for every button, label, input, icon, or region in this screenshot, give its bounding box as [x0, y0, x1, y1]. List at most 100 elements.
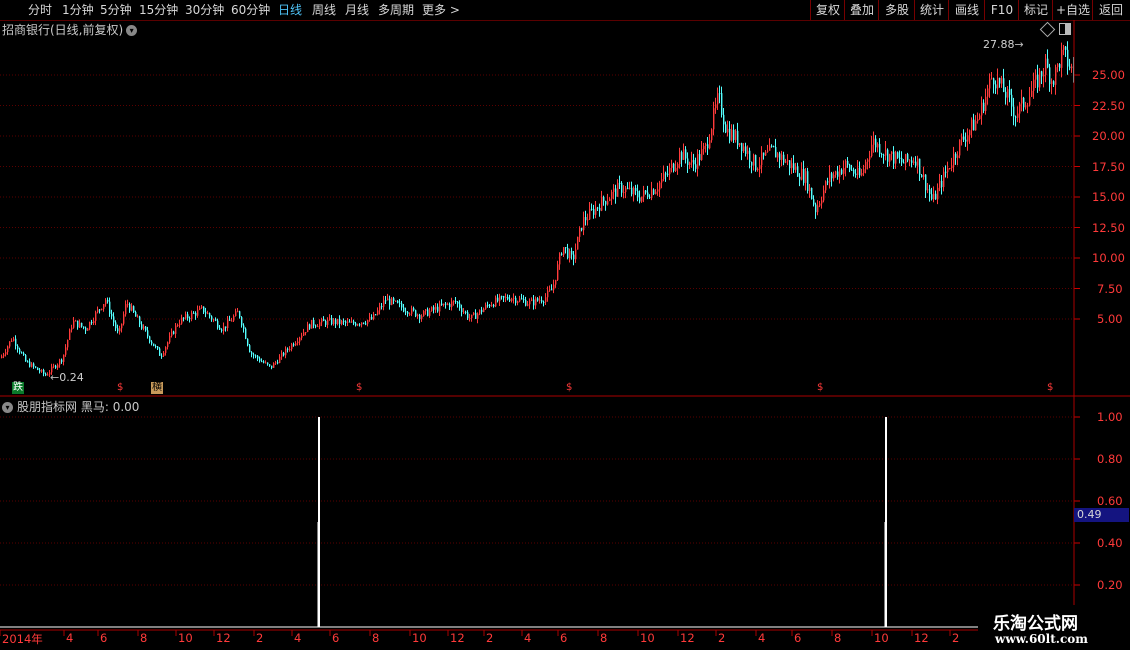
- statistics-button[interactable]: 统计: [914, 0, 949, 20]
- period-tab-1min[interactable]: 1分钟: [62, 0, 94, 20]
- period-tab-multi[interactable]: 多周期: [378, 0, 414, 20]
- multi-stock-button[interactable]: 多股: [878, 0, 915, 20]
- add-watchlist-button[interactable]: +自选: [1052, 0, 1093, 20]
- watermark: 乐淘公式网 www.60lt.com: [978, 605, 1130, 650]
- candle-body: [773, 146, 775, 148]
- chart-title[interactable]: 招商银行(日线,前复权) ▾: [2, 21, 138, 38]
- candle-body: [19, 349, 21, 353]
- candle-body: [121, 323, 123, 329]
- candle-body: [17, 345, 19, 350]
- candle-body: [1069, 66, 1071, 69]
- candle-body: [397, 300, 399, 303]
- period-tab-15min[interactable]: 15分钟: [139, 0, 178, 20]
- candle-body: [223, 326, 225, 331]
- candle-body: [779, 153, 781, 160]
- mark-button[interactable]: 标记: [1018, 0, 1053, 20]
- period-tab-5min[interactable]: 5分钟: [100, 0, 132, 20]
- fuquan-button[interactable]: 复权: [810, 0, 845, 20]
- candle-body: [743, 146, 745, 152]
- draw-line-button[interactable]: 画线: [948, 0, 985, 20]
- candle-body: [921, 174, 923, 178]
- candle-body: [627, 187, 629, 189]
- candle-body: [761, 152, 763, 166]
- chevron-down-icon[interactable]: ▾: [2, 402, 13, 413]
- candle-body: [33, 363, 35, 367]
- candle-body: [315, 325, 317, 327]
- candle-body: [137, 316, 139, 318]
- candle-body: [1003, 78, 1005, 92]
- candle-body: [847, 160, 849, 165]
- candle-body: [695, 164, 697, 169]
- candle-body: [731, 129, 733, 141]
- candle-body: [553, 284, 555, 290]
- candle-body: [735, 130, 737, 140]
- candle-body: [687, 158, 689, 165]
- candle-body: [659, 182, 661, 190]
- candle-body: [79, 322, 81, 328]
- indicator-title[interactable]: ▾ 股朋指标网 黑马: 0.00: [2, 398, 139, 415]
- candle-body: [485, 304, 487, 309]
- candle-body: [565, 247, 567, 249]
- x-tick-label: 12: [450, 631, 465, 645]
- candle-body: [585, 216, 587, 221]
- candle-body: [719, 93, 721, 95]
- candle-body: [681, 152, 683, 160]
- candle-body: [1061, 49, 1063, 68]
- price-chart[interactable]: [0, 0, 1130, 650]
- candle-body: [837, 171, 839, 177]
- period-tab-weekly[interactable]: 周线: [312, 0, 336, 20]
- candle-body: [421, 316, 423, 319]
- candle-body: [733, 129, 735, 140]
- candle-body: [683, 149, 685, 160]
- candle-body: [289, 349, 291, 351]
- candle-body: [667, 173, 669, 175]
- candle-body: [593, 209, 595, 215]
- candle-body: [1029, 96, 1031, 106]
- candle-body: [287, 348, 289, 350]
- candle-body: [807, 171, 809, 191]
- candle-body: [383, 300, 385, 307]
- period-tab-30min[interactable]: 30分钟: [185, 0, 224, 20]
- candle-body: [39, 370, 41, 372]
- period-tab-fenshi[interactable]: 分时: [28, 0, 52, 20]
- back-button[interactable]: 返回: [1092, 0, 1129, 20]
- candle-body: [417, 314, 419, 317]
- chevron-down-icon[interactable]: ▾: [126, 25, 138, 36]
- candle-body: [339, 318, 341, 324]
- candle-body: [615, 188, 617, 197]
- candle-body: [633, 187, 635, 195]
- candle-body: [583, 216, 585, 231]
- signal-label: $: [356, 382, 363, 393]
- candle-body: [845, 160, 847, 169]
- candle-body: [37, 367, 39, 371]
- period-tab-daily[interactable]: 日线: [278, 0, 302, 20]
- candle-body: [997, 77, 999, 89]
- candle-body: [467, 312, 469, 319]
- candle-body: [221, 329, 223, 331]
- period-tab-monthly[interactable]: 月线: [345, 0, 369, 20]
- candle-body: [229, 319, 231, 321]
- candle-body: [787, 160, 789, 162]
- candle-body: [977, 119, 979, 122]
- panel-toggle-icon[interactable]: [1059, 23, 1071, 35]
- candle-body: [423, 311, 425, 317]
- f10-button[interactable]: F10: [984, 0, 1019, 20]
- candle-body: [641, 196, 643, 202]
- candle-body: [169, 335, 171, 343]
- candle-body: [969, 130, 971, 136]
- diamond-icon[interactable]: [1039, 21, 1056, 38]
- candle-body: [353, 321, 355, 324]
- candle-body: [507, 296, 509, 300]
- period-tab-60min[interactable]: 60分钟: [231, 0, 270, 20]
- candle-body: [365, 323, 367, 325]
- candle-body: [635, 187, 637, 191]
- more-menu-button[interactable]: 更多 >: [422, 0, 460, 20]
- candle-body: [573, 254, 575, 260]
- candle-body: [825, 181, 827, 191]
- candle-body: [575, 249, 577, 260]
- indicator-y-tick: 0.40: [1097, 536, 1123, 550]
- overlay-button[interactable]: 叠加: [844, 0, 879, 20]
- candle-body: [669, 167, 671, 175]
- candle-body: [869, 156, 871, 160]
- candle-body: [715, 104, 717, 109]
